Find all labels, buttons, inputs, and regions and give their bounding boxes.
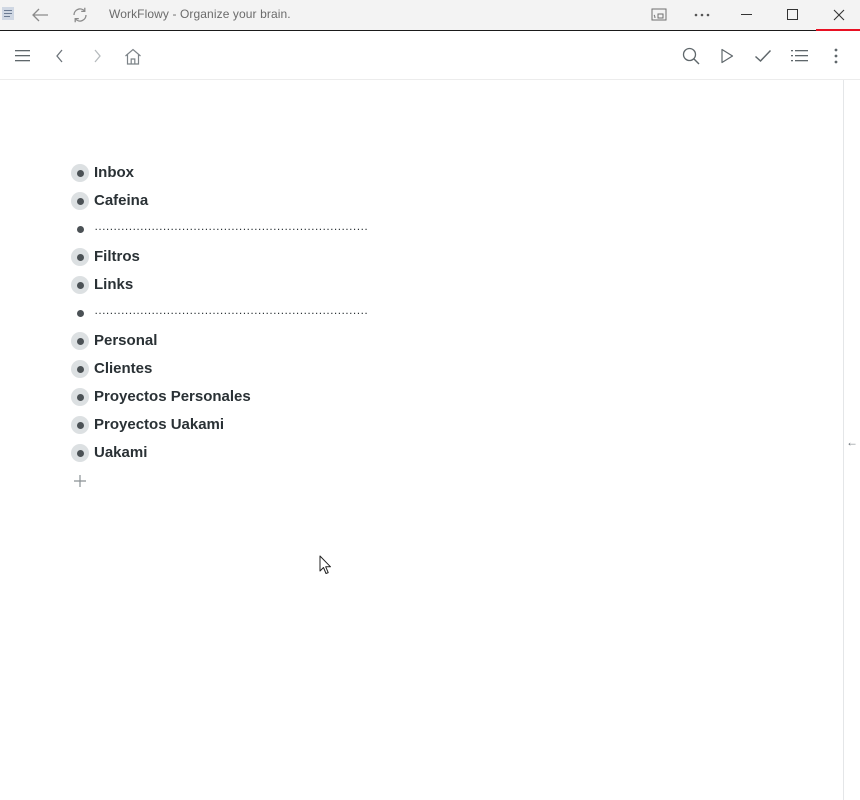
list-item-cafeina[interactable]: Cafeina [70,187,770,215]
item-label[interactable]: Proyectos Personales [94,388,251,406]
refresh-icon[interactable] [70,5,90,25]
list-item-uakami[interactable]: Uakami [70,439,770,467]
title-bar: WorkFlowy - Organize your brain. [0,0,860,31]
more-vertical-icon[interactable] [825,45,847,67]
arrow-left-icon[interactable] [30,5,50,25]
bullet-collapsed[interactable] [71,192,89,210]
chevron-right-icon[interactable] [86,45,108,67]
bullet[interactable] [71,220,89,238]
close-icon[interactable] [816,0,860,30]
bullet-collapsed[interactable] [71,416,89,434]
list-icon[interactable] [789,45,811,67]
item-label[interactable]: Uakami [94,444,147,462]
item-label[interactable]: ……………………………………………………………… [94,301,368,319]
app-icon [2,7,14,20]
bullet-collapsed[interactable] [71,444,89,462]
list-item-proyectos-personales[interactable]: Proyectos Personales [70,383,770,411]
bullet-collapsed[interactable] [71,388,89,406]
minimize-icon[interactable] [724,0,770,30]
item-label[interactable]: ……………………………………………………………… [94,217,368,235]
item-label[interactable]: Links [94,276,133,294]
list-item-clientes[interactable]: Clientes [70,355,770,383]
list-item-personal[interactable]: Personal [70,327,770,355]
toolbar [0,31,860,80]
play-icon[interactable] [716,45,738,67]
chevron-left-icon[interactable] [49,45,71,67]
maximize-icon[interactable] [770,0,816,30]
window-title: WorkFlowy - Organize your brain. [109,7,291,21]
item-label[interactable]: Personal [94,332,157,350]
outline-list: Inbox Cafeina ……………………………………………………………… F… [70,159,770,497]
more-horizontal-icon[interactable] [679,0,725,30]
bullet-collapsed[interactable] [71,276,89,294]
plus-icon[interactable] [72,473,88,489]
list-item-divider[interactable]: ……………………………………………………………… [70,215,770,243]
list-item-proyectos-uakami[interactable]: Proyectos Uakami [70,411,770,439]
item-label[interactable]: Clientes [94,360,152,378]
list-item-inbox[interactable]: Inbox [70,159,770,187]
bullet[interactable] [71,304,89,322]
add-item-row [70,467,770,497]
mouse-cursor-icon [319,555,333,575]
list-item-links[interactable]: Links [70,271,770,299]
bullet-collapsed[interactable] [71,248,89,266]
sidebar-rail[interactable] [843,80,844,800]
home-icon[interactable] [122,45,144,67]
item-label[interactable]: Filtros [94,248,140,266]
menu-icon[interactable] [12,45,34,67]
list-item-divider[interactable]: ……………………………………………………………… [70,299,770,327]
bullet-collapsed[interactable] [71,164,89,182]
search-icon[interactable] [680,45,702,67]
check-icon[interactable] [752,45,774,67]
item-label[interactable]: Cafeina [94,192,148,210]
item-label[interactable]: Inbox [94,164,134,182]
list-item-filtros[interactable]: Filtros [70,243,770,271]
cast-icon[interactable] [636,0,682,30]
arrow-left-icon[interactable]: ← [845,435,859,449]
bullet-collapsed[interactable] [71,360,89,378]
bullet-collapsed[interactable] [71,332,89,350]
item-label[interactable]: Proyectos Uakami [94,416,224,434]
